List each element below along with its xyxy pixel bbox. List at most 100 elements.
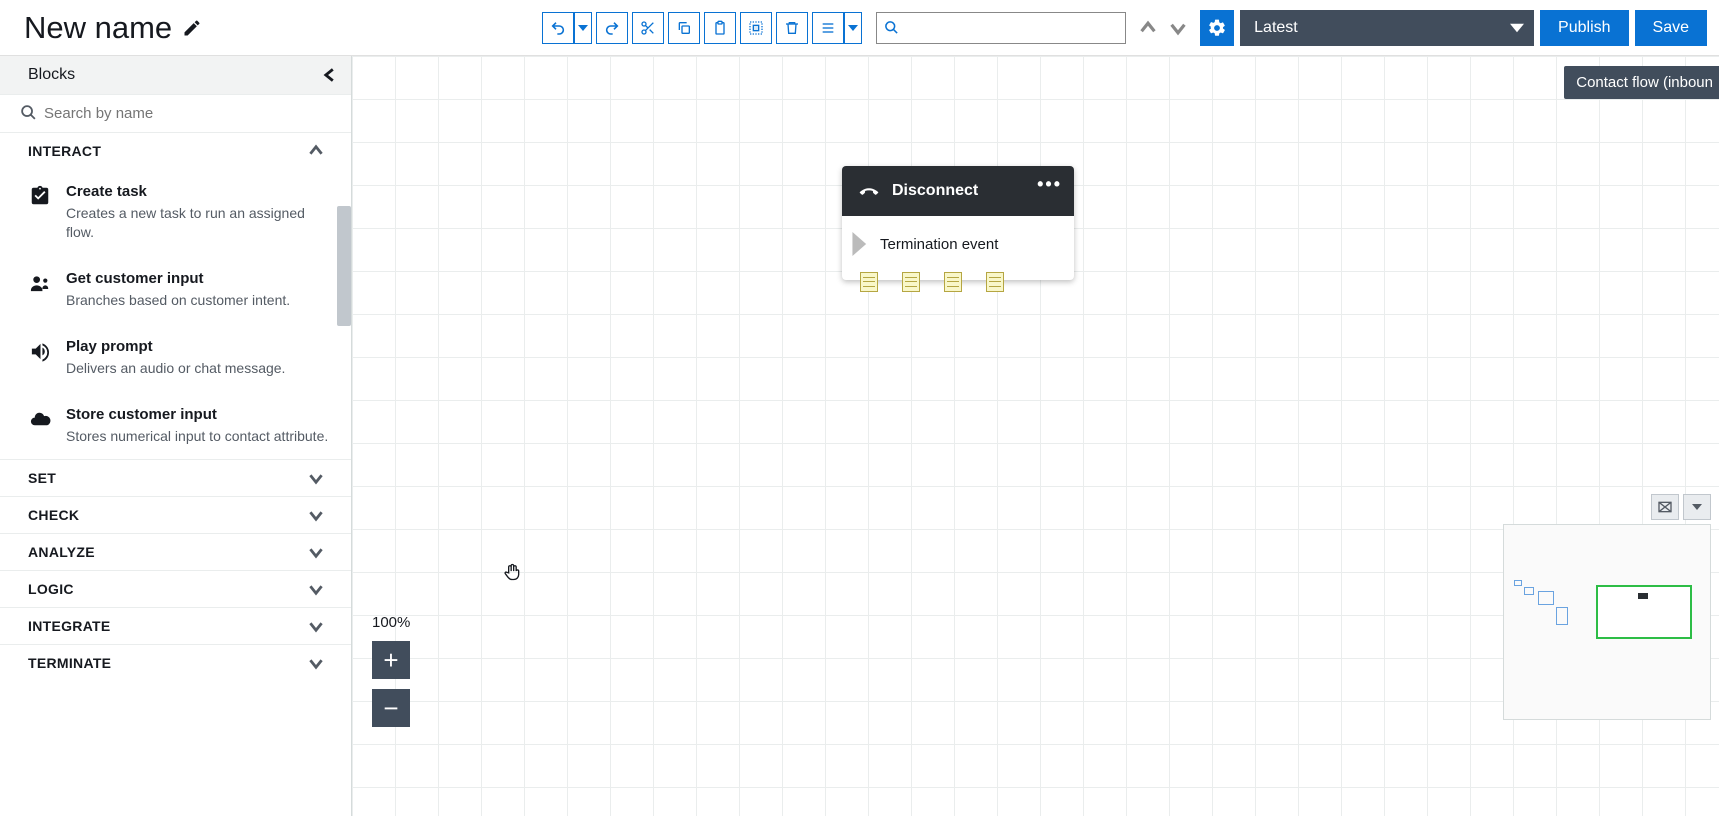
block-title: Play prompt bbox=[66, 338, 285, 355]
category-check[interactable]: CHECK bbox=[0, 496, 351, 533]
category-set[interactable]: SET bbox=[0, 459, 351, 496]
category-logic[interactable]: LOGIC bbox=[0, 570, 351, 607]
edit-title-icon[interactable] bbox=[182, 18, 202, 38]
version-dropdown[interactable]: Latest bbox=[1240, 10, 1534, 46]
block-title: Store customer input bbox=[66, 406, 328, 423]
arrange-button[interactable] bbox=[812, 12, 844, 44]
sidebar-header: Blocks bbox=[0, 56, 351, 94]
block-store-customer-input[interactable]: Store customer input Stores numerical in… bbox=[0, 392, 351, 460]
zoom-out-button[interactable]: − bbox=[372, 689, 410, 727]
disconnect-node[interactable]: Disconnect ••• Termination event bbox=[842, 166, 1074, 280]
canvas-search-input[interactable] bbox=[876, 12, 1126, 44]
redo-button[interactable] bbox=[596, 12, 628, 44]
minimap-node bbox=[1514, 580, 1522, 586]
minimap-node bbox=[1524, 587, 1534, 595]
chevron-down-icon bbox=[309, 582, 323, 596]
category-label: SET bbox=[28, 470, 56, 486]
category-interact[interactable]: INTERACT bbox=[0, 133, 351, 169]
chevron-down-icon bbox=[309, 619, 323, 633]
category-label: CHECK bbox=[28, 507, 79, 523]
store-icon bbox=[28, 408, 52, 446]
customer-icon bbox=[28, 272, 52, 310]
sidebar-scrollbar[interactable] bbox=[337, 206, 351, 326]
fit-view-button[interactable] bbox=[1651, 494, 1679, 520]
paste-button[interactable] bbox=[704, 12, 736, 44]
note-icon[interactable] bbox=[944, 272, 962, 292]
chevron-down-icon bbox=[309, 656, 323, 670]
note-icon[interactable] bbox=[860, 272, 878, 292]
chevron-down-icon bbox=[309, 508, 323, 522]
node-input-port[interactable] bbox=[852, 232, 870, 256]
undo-button[interactable] bbox=[542, 12, 574, 44]
sidebar-body[interactable]: INTERACT Create task Creates a new task … bbox=[0, 133, 351, 816]
zoom-percentage: 100% bbox=[372, 614, 410, 631]
minimap[interactable] bbox=[1503, 524, 1711, 720]
sidebar-search-input[interactable] bbox=[0, 94, 351, 132]
category-integrate[interactable]: INTEGRATE bbox=[0, 607, 351, 644]
flow-type-badge: Contact flow (inboun bbox=[1564, 66, 1719, 99]
audio-icon bbox=[28, 340, 52, 378]
search-prev[interactable] bbox=[1136, 16, 1160, 40]
minimap-toggle-dropdown[interactable] bbox=[1683, 494, 1711, 520]
search-icon bbox=[884, 20, 899, 35]
block-title: Create task bbox=[66, 183, 331, 200]
hand-cursor-icon bbox=[502, 561, 522, 583]
minimap-node bbox=[1538, 591, 1554, 605]
node-header[interactable]: Disconnect ••• bbox=[842, 166, 1074, 216]
save-button[interactable]: Save bbox=[1635, 10, 1707, 46]
minimap-controls bbox=[1651, 494, 1711, 520]
undo-dropdown[interactable] bbox=[574, 12, 592, 44]
sidebar-search bbox=[0, 94, 351, 133]
chevron-down-icon bbox=[1510, 21, 1524, 35]
version-label: Latest bbox=[1254, 19, 1298, 37]
block-desc: Branches based on customer intent. bbox=[66, 291, 290, 310]
minimap-node bbox=[1556, 607, 1568, 625]
block-desc: Stores numerical input to contact attrib… bbox=[66, 427, 328, 446]
disconnect-icon bbox=[858, 180, 880, 202]
search-nav bbox=[1136, 16, 1190, 40]
note-icon[interactable] bbox=[986, 272, 1004, 292]
zoom-in-button[interactable]: + bbox=[372, 641, 410, 679]
delete-button[interactable] bbox=[776, 12, 808, 44]
node-body-text: Termination event bbox=[880, 236, 998, 253]
category-label: ANALYZE bbox=[28, 544, 95, 560]
copy-button[interactable] bbox=[668, 12, 700, 44]
category-label: INTERACT bbox=[28, 143, 101, 159]
note-icon[interactable] bbox=[902, 272, 920, 292]
flow-title-area: New name bbox=[24, 10, 202, 46]
block-get-customer-input[interactable]: Get customer input Branches based on cus… bbox=[0, 256, 351, 324]
category-terminate[interactable]: TERMINATE bbox=[0, 644, 351, 681]
category-label: INTEGRATE bbox=[28, 618, 111, 634]
topbar: New name bbox=[0, 0, 1719, 56]
category-analyze[interactable]: ANALYZE bbox=[0, 533, 351, 570]
chevron-down-icon bbox=[309, 471, 323, 485]
chevron-down-icon bbox=[309, 545, 323, 559]
toolbar-buttons bbox=[542, 12, 862, 44]
block-play-prompt[interactable]: Play prompt Delivers an audio or chat me… bbox=[0, 324, 351, 392]
cut-button[interactable] bbox=[632, 12, 664, 44]
node-title: Disconnect bbox=[892, 182, 978, 200]
chevron-up-icon bbox=[309, 144, 323, 158]
canvas-search bbox=[876, 12, 1126, 44]
search-icon bbox=[20, 104, 37, 121]
blocks-sidebar: Blocks INTERACT Create task Cr bbox=[0, 56, 352, 816]
block-desc: Creates a new task to run an assigned fl… bbox=[66, 204, 331, 242]
block-create-task[interactable]: Create task Creates a new task to run an… bbox=[0, 169, 351, 256]
settings-button[interactable] bbox=[1200, 10, 1234, 46]
flow-canvas[interactable]: Contact flow (inboun Disconnect ••• Term… bbox=[352, 56, 1719, 816]
zoom-controls: 100% + − bbox=[372, 614, 410, 727]
node-notes bbox=[860, 272, 1004, 292]
task-icon bbox=[28, 185, 52, 242]
main-area: Blocks INTERACT Create task Cr bbox=[0, 56, 1719, 816]
sidebar-collapse-icon[interactable] bbox=[323, 68, 337, 82]
publish-button[interactable]: Publish bbox=[1540, 10, 1628, 46]
category-label: LOGIC bbox=[28, 581, 74, 597]
sidebar-title: Blocks bbox=[28, 66, 75, 84]
block-title: Get customer input bbox=[66, 270, 290, 287]
search-next[interactable] bbox=[1166, 16, 1190, 40]
block-desc: Delivers an audio or chat message. bbox=[66, 359, 285, 378]
select-all-button[interactable] bbox=[740, 12, 772, 44]
node-menu-icon[interactable]: ••• bbox=[1037, 174, 1062, 195]
minimap-node bbox=[1638, 593, 1648, 599]
arrange-dropdown[interactable] bbox=[844, 12, 862, 44]
